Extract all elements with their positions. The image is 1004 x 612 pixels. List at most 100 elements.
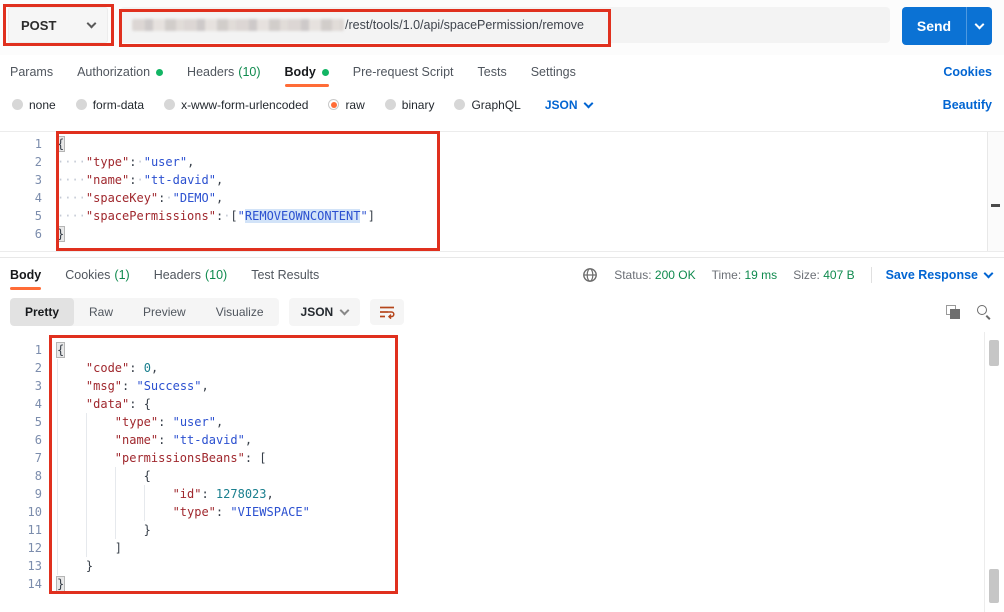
- radio-label: binary: [401, 97, 435, 112]
- send-label[interactable]: Send: [902, 7, 966, 45]
- tab-headers[interactable]: Headers (10): [187, 55, 260, 89]
- status-item: Status: 200 OK: [614, 268, 696, 282]
- tab-label: Tests: [477, 65, 507, 79]
- radio-label: form-data: [92, 97, 145, 112]
- tab-count: (10): [238, 65, 261, 79]
- radio-label: x-www-form-urlencoded: [181, 97, 309, 112]
- body-mode-raw[interactable]: raw: [328, 97, 365, 112]
- response-meta: Status: 200 OK Time: 19 ms Size: 407 B S…: [574, 267, 994, 283]
- view-visualize[interactable]: Visualize: [201, 298, 279, 326]
- view-raw[interactable]: Raw: [74, 298, 128, 326]
- radio-icon: [75, 99, 87, 110]
- send-button[interactable]: Send: [902, 7, 992, 45]
- tab-body[interactable]: Body: [284, 55, 330, 89]
- request-url-bar: POST /rest/tools/1.0/api/spacePermission…: [0, 0, 1004, 55]
- tab-body[interactable]: Body: [10, 258, 42, 292]
- time-value: 19 ms: [744, 268, 778, 282]
- line-number: 5: [34, 209, 42, 223]
- code-line: 6}: [0, 225, 1004, 243]
- tab-params[interactable]: Params: [10, 55, 53, 89]
- line-number: 6: [34, 433, 42, 447]
- line-number: 12: [27, 541, 42, 555]
- line-number: 14: [27, 577, 42, 591]
- save-response-label: Save Response: [885, 268, 978, 282]
- cookies-link[interactable]: Cookies: [943, 65, 992, 79]
- time-item: Time: 19 ms: [711, 268, 778, 282]
- request-language-label: JSON: [544, 97, 578, 112]
- response-body-editor[interactable]: 1{2 "code": 0, 3 "msg": "Success", 4 "data": …: [0, 332, 1004, 612]
- send-options-caret[interactable]: [966, 7, 992, 45]
- body-mode-row: none form-data x-www-form-urlencoded raw bin…: [0, 89, 1004, 120]
- code-line: 9 "id": 1278023,: [0, 485, 1004, 503]
- chevron-down-icon: [583, 98, 593, 108]
- response-scrollbar-track[interactable]: [984, 332, 985, 612]
- tab-label: Cookies: [65, 268, 111, 282]
- copy-icon[interactable]: [946, 304, 961, 320]
- tab-label: Body: [10, 268, 42, 282]
- tab-label: Settings: [530, 65, 576, 79]
- line-number: 3: [34, 379, 42, 393]
- tab-headers[interactable]: Headers (10): [154, 258, 227, 292]
- body-mode-none[interactable]: none: [12, 98, 56, 112]
- size-item: Size: 407 B: [793, 268, 855, 282]
- request-editor-scroll-gutter[interactable]: [987, 132, 1004, 251]
- scroll-annotation-mark: [991, 204, 1000, 207]
- response-scrollbar-thumb[interactable]: [989, 340, 999, 366]
- code-line: 13}: [0, 557, 1004, 575]
- view-preview[interactable]: Preview: [128, 298, 201, 326]
- url-path: /rest/tools/1.0/api/spacePermission/remo…: [345, 18, 584, 32]
- line-number: 4: [34, 191, 42, 205]
- code-line: 5 ····"spacePermissions":·["REMOVEOWNCONT…: [0, 207, 1004, 225]
- response-toolbar: Pretty Raw Preview Visualize JSON: [0, 292, 1004, 332]
- url-input[interactable]: /rest/tools/1.0/api/spacePermission/remo…: [120, 7, 890, 43]
- search-icon[interactable]: [977, 304, 992, 320]
- tab-pre-request-script[interactable]: Pre-request Script: [353, 55, 454, 89]
- network-globe-icon[interactable]: [582, 267, 598, 283]
- radio-label: raw: [345, 97, 365, 112]
- view-pretty[interactable]: Pretty: [10, 298, 75, 326]
- code-line: 3 ····"name":·"tt-david",: [0, 171, 1004, 189]
- code-line: 4 "data": {: [0, 395, 1004, 413]
- code-line: 11}: [0, 521, 1004, 539]
- beautify-link[interactable]: Beautify: [943, 98, 992, 112]
- response-view-switcher: Pretty Raw Preview Visualize: [10, 298, 279, 326]
- tab-authorization[interactable]: Authorization: [77, 55, 164, 89]
- line-number: 4: [34, 397, 42, 411]
- wrap-lines-button[interactable]: [370, 299, 405, 325]
- line-number: 3: [34, 173, 42, 187]
- body-mode-binary[interactable]: binary: [384, 97, 435, 112]
- chevron-down-icon: [983, 268, 994, 279]
- code-line: 3 "msg": "Success",: [0, 377, 1004, 395]
- chevron-down-icon: [339, 305, 350, 316]
- tab-tests[interactable]: Tests: [478, 55, 507, 89]
- tab-cookies[interactable]: Cookies (1): [65, 258, 129, 292]
- response-tabs: Body Cookies (1) Headers (10) Test Results St…: [0, 258, 1004, 292]
- divider: [870, 267, 872, 283]
- code-line: 2 ····"type":·"user",: [0, 153, 1004, 171]
- line-number: 2: [34, 361, 42, 375]
- code-line: 10 "type": "VIEWSPACE": [0, 503, 1004, 521]
- code-line: 1{: [0, 135, 1004, 153]
- save-response-button[interactable]: Save Response: [885, 268, 994, 282]
- response-language-select[interactable]: JSON: [288, 298, 361, 326]
- code-line: 6 "name": "tt-david",: [0, 431, 1004, 449]
- redacted-host: [132, 19, 344, 31]
- request-language-select[interactable]: JSON: [544, 97, 593, 112]
- line-number: 1: [34, 137, 42, 151]
- code-line: 8{: [0, 467, 1004, 485]
- tab-label: Pre-request Script: [352, 65, 454, 79]
- tab-test-results[interactable]: Test Results: [251, 258, 319, 292]
- size-value: 407 B: [823, 268, 855, 282]
- body-mode-graphql[interactable]: GraphQL: [454, 98, 521, 112]
- request-body-editor[interactable]: 1{2 ····"type":·"user", 3 ····"name":·"tt-d…: [0, 131, 1004, 252]
- method-select[interactable]: POST: [8, 7, 108, 43]
- green-dot-icon: [321, 68, 329, 76]
- body-mode-x-www-form-urlencoded[interactable]: x-www-form-urlencoded: [164, 98, 308, 112]
- green-dot-icon: [156, 68, 164, 76]
- body-mode-form-data[interactable]: form-data: [75, 97, 145, 112]
- code-line: 4 ····"spaceKey":·"DEMO",: [0, 189, 1004, 207]
- line-number: 8: [34, 469, 42, 483]
- line-number: 9: [34, 487, 42, 501]
- tab-settings[interactable]: Settings: [531, 55, 576, 89]
- response-language-label: JSON: [300, 305, 334, 319]
